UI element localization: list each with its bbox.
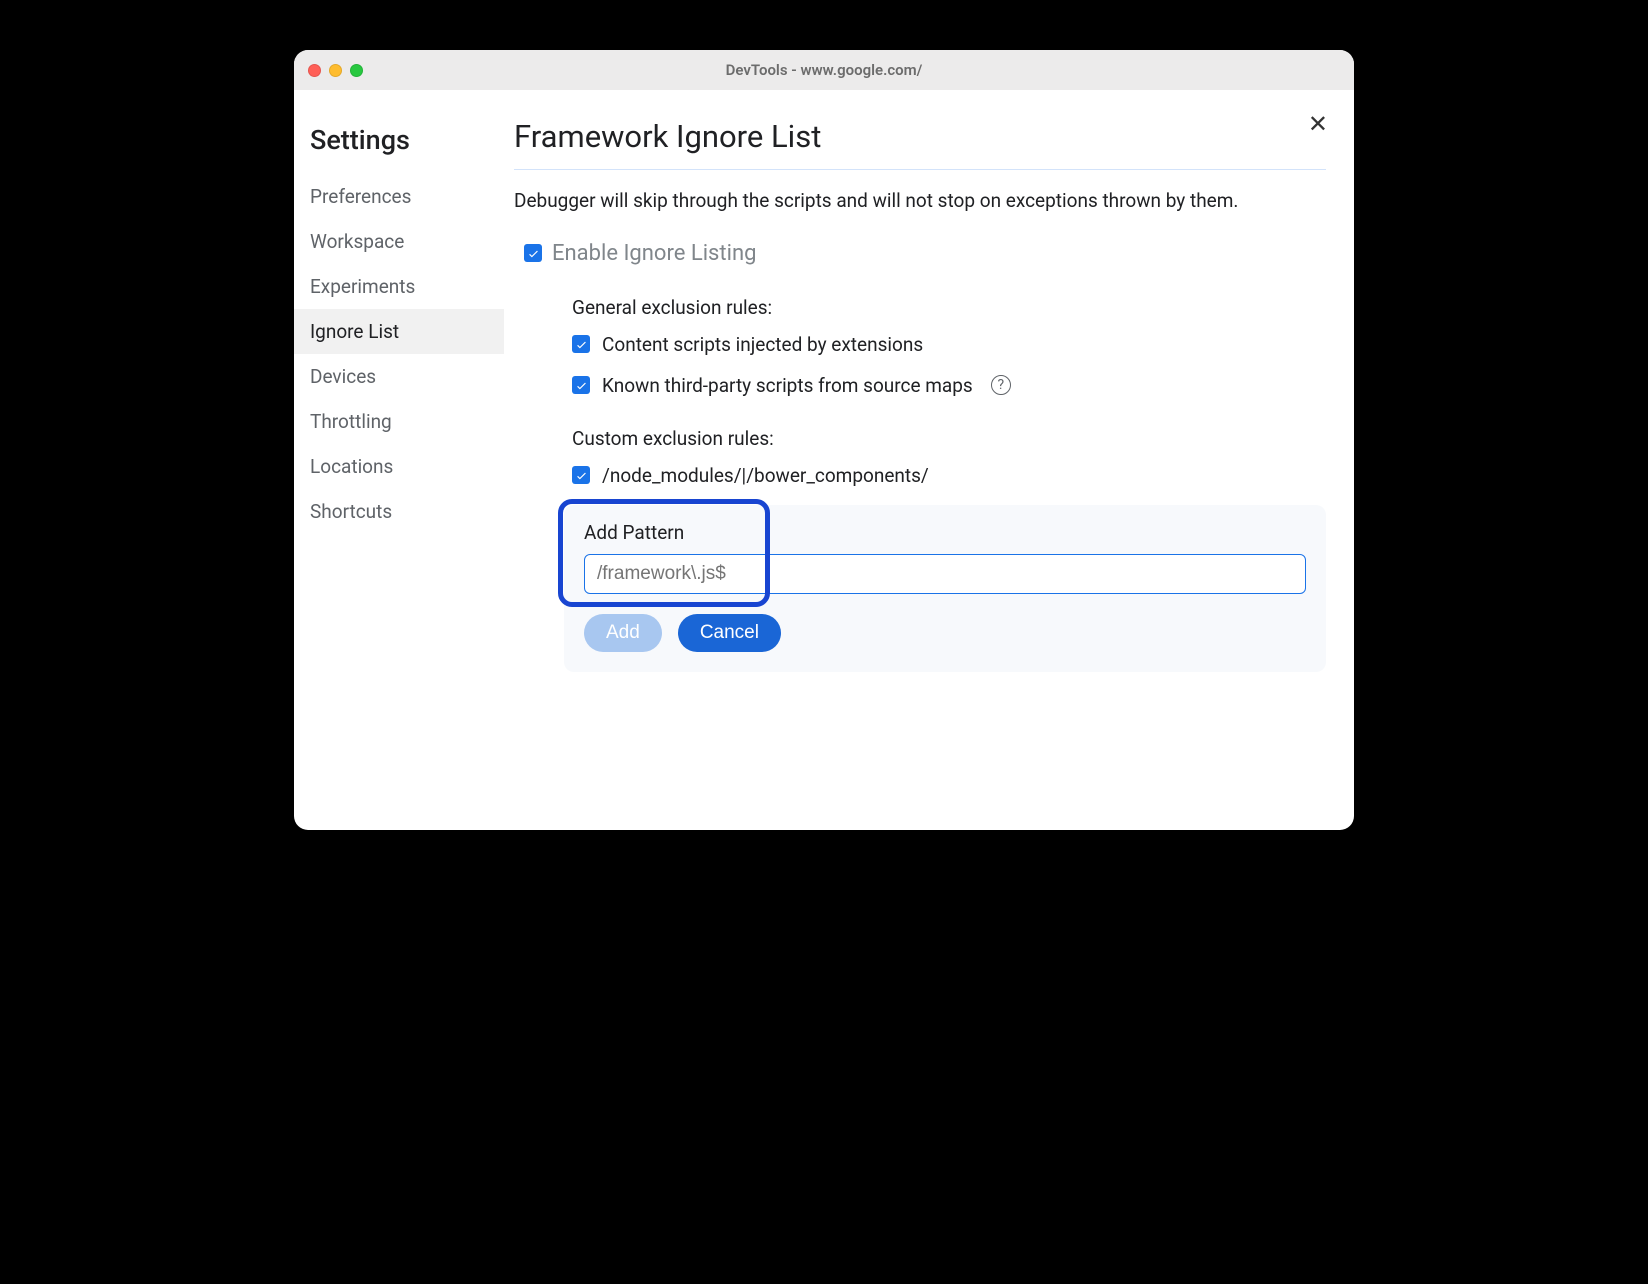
page-title: Framework Ignore List: [514, 118, 1326, 170]
cancel-button[interactable]: Cancel: [678, 614, 781, 652]
third-party-row: Known third-party scripts from source ma…: [572, 374, 1326, 397]
traffic-lights: [308, 64, 363, 77]
titlebar: DevTools - www.google.com/: [294, 50, 1354, 90]
third-party-label: Known third-party scripts from source ma…: [602, 374, 973, 397]
add-pattern-panel: Add Pattern Add Cancel: [564, 505, 1326, 672]
content-scripts-checkbox[interactable]: [572, 335, 590, 353]
sidebar-item-devices[interactable]: Devices: [294, 354, 504, 399]
window-minimize-button[interactable]: [329, 64, 342, 77]
sidebar-item-ignore-list[interactable]: Ignore List: [294, 309, 504, 354]
devtools-window: DevTools - www.google.com/ ✕ Settings Pr…: [294, 50, 1354, 830]
sidebar-item-shortcuts[interactable]: Shortcuts: [294, 489, 504, 534]
window-maximize-button[interactable]: [350, 64, 363, 77]
window-title: DevTools - www.google.com/: [294, 61, 1354, 79]
check-icon: [575, 379, 588, 392]
settings-sidebar: Settings Preferences Workspace Experimen…: [294, 90, 504, 830]
enable-ignore-listing-checkbox[interactable]: [524, 244, 542, 262]
content-scripts-row: Content scripts injected by extensions: [572, 333, 1326, 356]
sidebar-item-throttling[interactable]: Throttling: [294, 399, 504, 444]
sidebar-item-locations[interactable]: Locations: [294, 444, 504, 489]
custom-rule-pattern: /node_modules/|/bower_components/: [602, 464, 929, 487]
custom-rule-row: /node_modules/|/bower_components/: [572, 464, 1326, 487]
button-row: Add Cancel: [584, 614, 1306, 652]
help-icon[interactable]: ?: [991, 375, 1011, 395]
pattern-input[interactable]: [584, 554, 1306, 594]
custom-rules-label: Custom exclusion rules:: [572, 427, 1326, 450]
page-description: Debugger will skip through the scripts a…: [514, 188, 1326, 215]
add-pattern-label: Add Pattern: [584, 521, 1306, 544]
enable-ignore-listing-label: Enable Ignore Listing: [552, 241, 756, 266]
sidebar-item-experiments[interactable]: Experiments: [294, 264, 504, 309]
content-scripts-label: Content scripts injected by extensions: [602, 333, 923, 356]
sidebar-item-workspace[interactable]: Workspace: [294, 219, 504, 264]
enable-ignore-listing-row: Enable Ignore Listing: [524, 241, 1326, 266]
general-rules-label: General exclusion rules:: [572, 296, 1326, 319]
add-button[interactable]: Add: [584, 614, 662, 652]
sidebar-item-preferences[interactable]: Preferences: [294, 174, 504, 219]
third-party-checkbox[interactable]: [572, 376, 590, 394]
check-icon: [527, 247, 540, 260]
check-icon: [575, 469, 588, 482]
main-panel: Framework Ignore List Debugger will skip…: [504, 90, 1354, 830]
custom-rule-checkbox[interactable]: [572, 466, 590, 484]
sidebar-title: Settings: [294, 114, 504, 174]
window-close-button[interactable]: [308, 64, 321, 77]
check-icon: [575, 338, 588, 351]
close-icon[interactable]: ✕: [1308, 112, 1328, 136]
content-area: ✕ Settings Preferences Workspace Experim…: [294, 90, 1354, 830]
